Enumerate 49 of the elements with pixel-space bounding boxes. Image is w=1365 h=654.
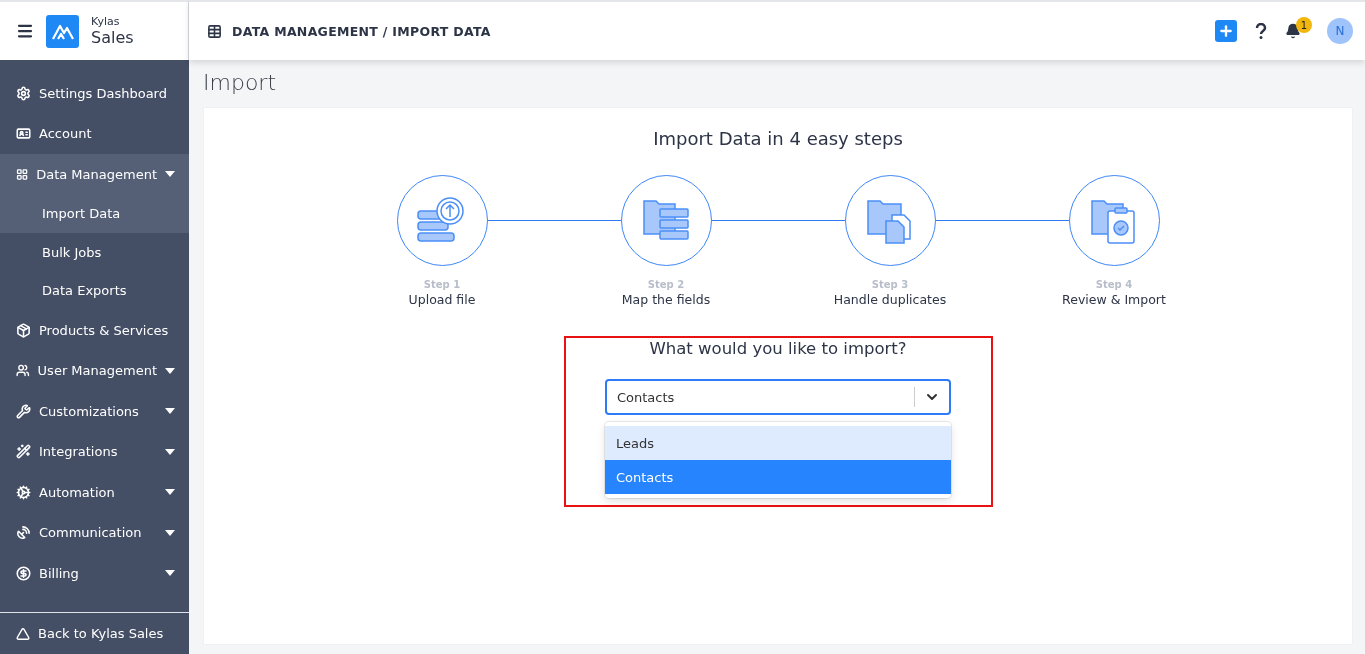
plus-icon	[1218, 23, 1234, 39]
notification-count: 1	[1296, 17, 1312, 33]
users-icon	[16, 363, 30, 379]
satellite-dish-icon	[16, 525, 31, 541]
back-link[interactable]: Back to Kylas Sales	[0, 612, 189, 654]
step-label: Review & Import	[1062, 292, 1166, 307]
import-question: What would you like to import?	[649, 339, 907, 358]
import-type-select[interactable]: Contacts	[605, 379, 951, 415]
sidebar-item[interactable]: User Management	[0, 350, 189, 391]
step-label: Map the fields	[621, 292, 711, 307]
sidebar-item[interactable]: Automation	[0, 472, 189, 513]
sidebar-item[interactable]: Data Management	[0, 154, 189, 195]
question-mark-icon	[1255, 23, 1267, 39]
dropdown-option[interactable]: Leads	[605, 426, 951, 460]
notifications-button[interactable]	[1285, 23, 1301, 39]
settings-icon	[16, 85, 31, 101]
sidebar-item[interactable]: Integrations	[0, 431, 189, 472]
step-number: Step 1	[423, 279, 461, 290]
step-number: Step 4	[1095, 279, 1133, 290]
sidebar-subitem[interactable]: Data Exports	[0, 271, 189, 310]
bell-icon	[1285, 23, 1301, 39]
sidebar-item[interactable]: Settings Dashboard	[0, 73, 189, 114]
step-label: Upload file	[408, 292, 476, 307]
sidebar-item[interactable]: Billing	[0, 553, 189, 594]
add-button[interactable]	[1215, 20, 1237, 42]
tools-icon	[16, 403, 31, 419]
box-icon	[16, 322, 31, 338]
breadcrumb: DATA MANAGEMENT / IMPORT DATA	[232, 23, 491, 39]
dollar-coin-icon	[16, 565, 31, 581]
sidebar-item[interactable]: Customizations	[0, 391, 189, 432]
grid-icon	[16, 166, 29, 182]
gear-icon	[16, 484, 31, 500]
step-number: Step 2	[647, 279, 685, 290]
page-title: Import	[203, 70, 277, 95]
steps-heading: Import Data in 4 easy steps	[653, 128, 903, 149]
id-card-icon	[16, 126, 31, 142]
step-number: Step 3	[871, 279, 909, 290]
product-name: Sales	[91, 28, 134, 47]
brand-name: Kylas	[91, 15, 121, 28]
dropdown-option[interactable]: Contacts	[605, 460, 951, 494]
menu-icon[interactable]	[16, 22, 34, 40]
help-button[interactable]	[1255, 23, 1267, 39]
sidebar-subitem[interactable]: Bulk Jobs	[0, 233, 189, 272]
sidebar-item[interactable]: Products & Services	[0, 310, 189, 351]
sidebar-item[interactable]: Account	[0, 113, 189, 154]
step-label: Handle duplicates	[833, 292, 947, 307]
sidebar-item[interactable]: Communication	[0, 512, 189, 553]
magic-wand-icon	[16, 444, 31, 460]
table-icon	[207, 23, 222, 39]
